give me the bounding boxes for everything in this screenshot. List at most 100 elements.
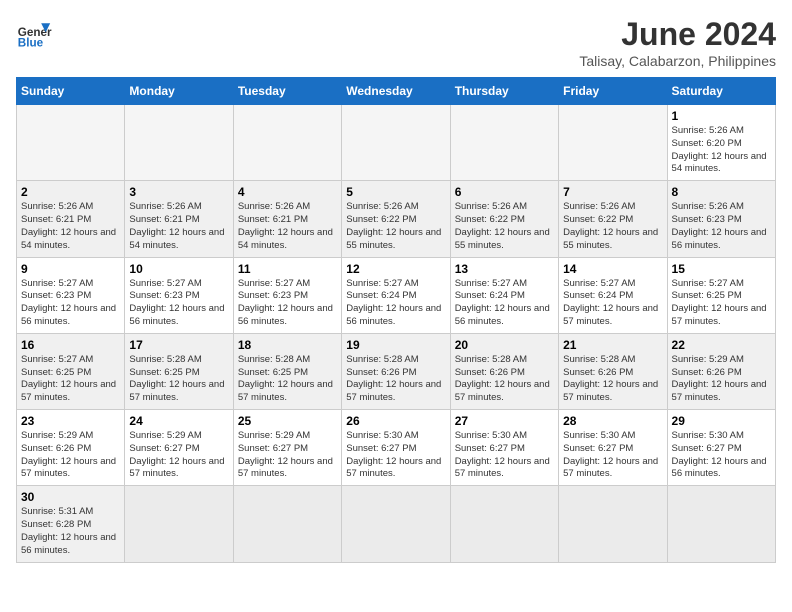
svg-text:Blue: Blue: [18, 37, 44, 50]
generalblue-logo-icon: General Blue: [16, 16, 52, 52]
calendar-cell: 19 Sunrise: 5:28 AMSunset: 6:26 PMDayligh…: [342, 333, 450, 409]
calendar-cell: 6Sunrise: 5:26 AMSunset: 6:22 PMDaylight…: [450, 181, 558, 257]
cell-info: Sunrise: 5:26 AMSunset: 6:21 PMDaylight:…: [129, 201, 228, 252]
calendar-cell: 22 Sunrise: 5:29 AMSunset: 6:26 PMDayligh…: [667, 333, 775, 409]
calendar-cell: 3 Sunrise: 5:26 AMSunset: 6:21 PMDaylight…: [125, 181, 233, 257]
day-number: 29: [672, 414, 771, 428]
cell-info: Sunrise: 5:29 AMSunset: 6:26 PMDaylight:…: [672, 354, 771, 405]
cell-info: Sunrise: 5:28 AMSunset: 6:26 PMDaylight:…: [455, 354, 554, 405]
cell-info: Sunrise: 5:30 AMSunset: 6:27 PMDaylight:…: [455, 430, 554, 481]
calendar-cell: [233, 105, 341, 181]
cell-info: Sunrise: 5:26 AMSunset: 6:22 PMDaylight:…: [455, 201, 554, 252]
day-number: 1: [672, 109, 771, 123]
calendar-cell: [342, 105, 450, 181]
weekday-header-sunday: Sunday: [17, 78, 125, 105]
cell-info: Sunrise: 5:30 AMSunset: 6:27 PMDaylight:…: [563, 430, 662, 481]
calendar-cell: 27 Sunrise: 5:30 AMSunset: 6:27 PMDayligh…: [450, 410, 558, 486]
calendar-cell: 2 Sunrise: 5:26 AMSunset: 6:21 PMDaylight…: [17, 181, 125, 257]
calendar-row-0: 1 Sunrise: 5:26 AMSunset: 6:20 PMDaylight…: [17, 105, 776, 181]
cell-info: Sunrise: 5:27 AMSunset: 6:23 PMDaylight:…: [21, 278, 120, 329]
calendar-cell: 21Sunrise: 5:28 AMSunset: 6:26 PMDayligh…: [559, 333, 667, 409]
day-number: 25: [238, 414, 337, 428]
weekday-header-saturday: Saturday: [667, 78, 775, 105]
cell-info: Sunrise: 5:26 AMSunset: 6:22 PMDaylight:…: [346, 201, 445, 252]
calendar-row-2: 9 Sunrise: 5:27 AMSunset: 6:23 PMDaylight…: [17, 257, 776, 333]
calendar-cell: [125, 105, 233, 181]
calendar-cell: 9 Sunrise: 5:27 AMSunset: 6:23 PMDaylight…: [17, 257, 125, 333]
day-number: 18: [238, 338, 337, 352]
calendar-cell: [342, 486, 450, 562]
calendar-cell: 7 Sunrise: 5:26 AMSunset: 6:22 PMDaylight…: [559, 181, 667, 257]
weekday-header-wednesday: Wednesday: [342, 78, 450, 105]
cell-info: Sunrise: 5:27 AMSunset: 6:25 PMDaylight:…: [21, 354, 120, 405]
calendar-cell: [559, 486, 667, 562]
calendar-cell: [450, 486, 558, 562]
calendar-cell: 10Sunrise: 5:27 AMSunset: 6:23 PMDayligh…: [125, 257, 233, 333]
day-number: 8: [672, 185, 771, 199]
day-number: 12: [346, 262, 445, 276]
calendar-cell: [125, 486, 233, 562]
calendar-cell: 5 Sunrise: 5:26 AMSunset: 6:22 PMDaylight…: [342, 181, 450, 257]
day-number: 16: [21, 338, 120, 352]
day-number: 9: [21, 262, 120, 276]
calendar-cell: 25 Sunrise: 5:29 AMSunset: 6:27 PMDayligh…: [233, 410, 341, 486]
weekday-header-monday: Monday: [125, 78, 233, 105]
calendar-row-4: 23Sunrise: 5:29 AMSunset: 6:26 PMDayligh…: [17, 410, 776, 486]
calendar-row-3: 16 Sunrise: 5:27 AMSunset: 6:25 PMDayligh…: [17, 333, 776, 409]
day-number: 20: [455, 338, 554, 352]
cell-info: Sunrise: 5:29 AMSunset: 6:26 PMDaylight:…: [21, 430, 120, 481]
calendar-row-5: 30 Sunrise: 5:31 AMSunset: 6:28 PMDayligh…: [17, 486, 776, 562]
calendar-row-1: 2 Sunrise: 5:26 AMSunset: 6:21 PMDaylight…: [17, 181, 776, 257]
cell-info: Sunrise: 5:27 AMSunset: 6:24 PMDaylight:…: [563, 278, 662, 329]
cell-info: Sunrise: 5:28 AMSunset: 6:26 PMDaylight:…: [346, 354, 445, 405]
location: Talisay, Calabarzon, Philippines: [579, 53, 776, 69]
cell-info: Sunrise: 5:26 AMSunset: 6:21 PMDaylight:…: [21, 201, 120, 252]
cell-info: Sunrise: 5:27 AMSunset: 6:23 PMDaylight:…: [238, 278, 337, 329]
day-number: 5: [346, 185, 445, 199]
day-number: 3: [129, 185, 228, 199]
day-number: 24: [129, 414, 228, 428]
calendar-cell: 11Sunrise: 5:27 AMSunset: 6:23 PMDayligh…: [233, 257, 341, 333]
day-number: 22: [672, 338, 771, 352]
day-number: 14: [563, 262, 662, 276]
calendar-cell: 23Sunrise: 5:29 AMSunset: 6:26 PMDayligh…: [17, 410, 125, 486]
calendar-cell: 14 Sunrise: 5:27 AMSunset: 6:24 PMDayligh…: [559, 257, 667, 333]
day-number: 13: [455, 262, 554, 276]
day-number: 19: [346, 338, 445, 352]
cell-info: Sunrise: 5:29 AMSunset: 6:27 PMDaylight:…: [129, 430, 228, 481]
cell-info: Sunrise: 5:26 AMSunset: 6:20 PMDaylight:…: [672, 125, 771, 176]
calendar-cell: [233, 486, 341, 562]
month-title: June 2024: [579, 16, 776, 53]
cell-info: Sunrise: 5:30 AMSunset: 6:27 PMDaylight:…: [672, 430, 771, 481]
header: General Blue June 2024 Talisay, Calabarz…: [16, 16, 776, 69]
day-number: 27: [455, 414, 554, 428]
calendar-cell: 13Sunrise: 5:27 AMSunset: 6:24 PMDayligh…: [450, 257, 558, 333]
day-number: 7: [563, 185, 662, 199]
cell-info: Sunrise: 5:26 AMSunset: 6:22 PMDaylight:…: [563, 201, 662, 252]
cell-info: Sunrise: 5:29 AMSunset: 6:27 PMDaylight:…: [238, 430, 337, 481]
calendar-cell: 16 Sunrise: 5:27 AMSunset: 6:25 PMDayligh…: [17, 333, 125, 409]
logo: General Blue: [16, 16, 52, 52]
weekday-header-tuesday: Tuesday: [233, 78, 341, 105]
day-number: 26: [346, 414, 445, 428]
calendar-cell: 8Sunrise: 5:26 AMSunset: 6:23 PMDaylight…: [667, 181, 775, 257]
calendar-cell: 29 Sunrise: 5:30 AMSunset: 6:27 PMDayligh…: [667, 410, 775, 486]
day-number: 17: [129, 338, 228, 352]
weekday-header-thursday: Thursday: [450, 78, 558, 105]
day-number: 2: [21, 185, 120, 199]
cell-info: Sunrise: 5:28 AMSunset: 6:26 PMDaylight:…: [563, 354, 662, 405]
calendar-table: SundayMondayTuesdayWednesdayThursdayFrid…: [16, 77, 776, 563]
cell-info: Sunrise: 5:31 AMSunset: 6:28 PMDaylight:…: [21, 506, 120, 557]
calendar-cell: 1 Sunrise: 5:26 AMSunset: 6:20 PMDaylight…: [667, 105, 775, 181]
day-number: 28: [563, 414, 662, 428]
calendar-cell: 4Sunrise: 5:26 AMSunset: 6:21 PMDaylight…: [233, 181, 341, 257]
weekday-header-friday: Friday: [559, 78, 667, 105]
calendar-cell: 30 Sunrise: 5:31 AMSunset: 6:28 PMDayligh…: [17, 486, 125, 562]
calendar-cell: 15 Sunrise: 5:27 AMSunset: 6:25 PMDayligh…: [667, 257, 775, 333]
day-number: 30: [21, 490, 120, 504]
day-number: 15: [672, 262, 771, 276]
cell-info: Sunrise: 5:27 AMSunset: 6:23 PMDaylight:…: [129, 278, 228, 329]
cell-info: Sunrise: 5:27 AMSunset: 6:25 PMDaylight:…: [672, 278, 771, 329]
cell-info: Sunrise: 5:28 AMSunset: 6:25 PMDaylight:…: [238, 354, 337, 405]
calendar-cell: 26Sunrise: 5:30 AMSunset: 6:27 PMDayligh…: [342, 410, 450, 486]
